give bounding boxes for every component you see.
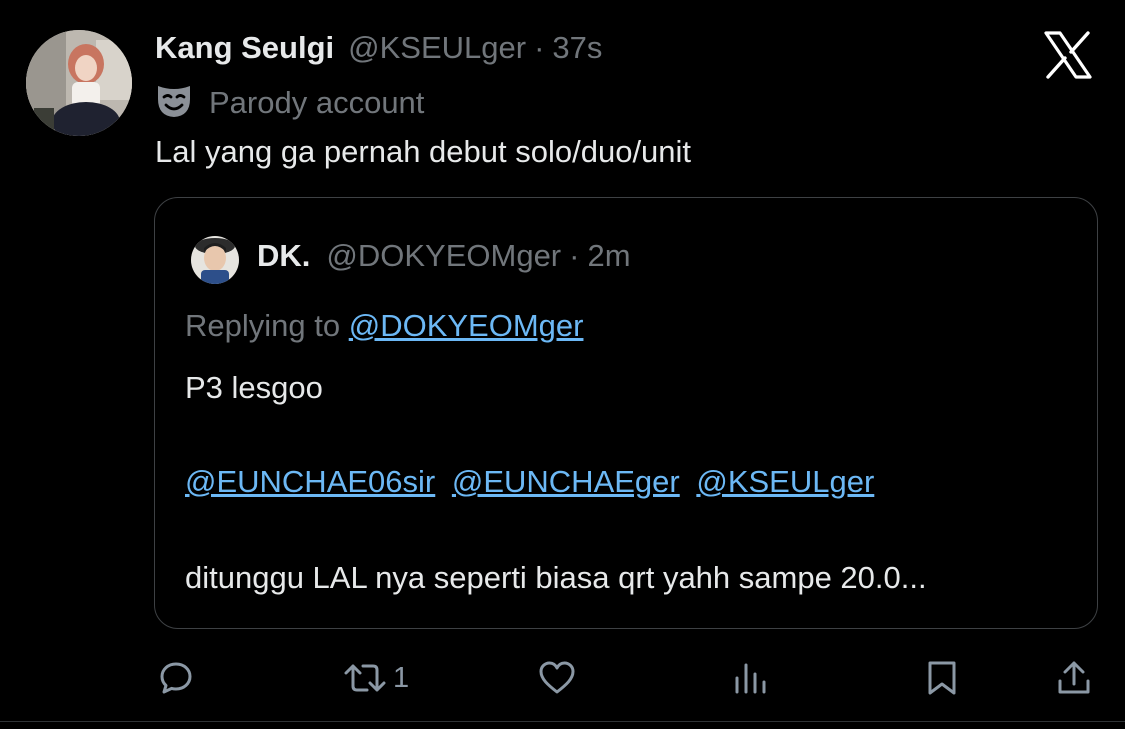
repost-button[interactable]: 1 — [343, 652, 409, 704]
parody-account-label: Parody account — [155, 84, 424, 122]
quoted-author-avatar[interactable] — [191, 236, 239, 284]
quoted-mentions: @EUNCHAE06sir @EUNCHAEger @KSEULger — [185, 464, 882, 500]
views-button[interactable] — [733, 652, 767, 704]
repost-icon — [343, 660, 387, 696]
replying-to-link[interactable]: @DOKYEOMger — [349, 308, 584, 343]
post-text: Lal yang ga pernah debut solo/duo/unit — [155, 134, 692, 169]
action-bar: 1 — [0, 652, 1125, 704]
reply-icon — [158, 660, 194, 696]
post-header: Kang Seulgi @KSEULger · 37s — [155, 30, 602, 70]
author-display-name[interactable]: Kang Seulgi — [155, 30, 334, 66]
mention-link[interactable]: @EUNCHAEger — [452, 464, 680, 499]
author-handle[interactable]: @KSEULger — [348, 30, 526, 66]
author-avatar-image — [26, 30, 132, 136]
like-icon — [538, 660, 576, 696]
tweet: Kang Seulgi @KSEULger · 37s Parody accou… — [0, 0, 1125, 729]
reply-button[interactable] — [158, 652, 194, 704]
quoted-avatar-image — [191, 236, 239, 284]
quoted-display-name[interactable]: DK. — [257, 238, 310, 274]
quoted-handle[interactable]: @DOKYEOMger — [326, 238, 561, 274]
bookmark-icon — [925, 659, 959, 697]
repost-count: 1 — [393, 661, 410, 694]
x-logo-icon[interactable] — [1043, 30, 1093, 80]
quoted-tweet[interactable]: DK. @DOKYEOMger · 2m Replying to @DOKYEO… — [154, 197, 1098, 629]
replying-to-line: Replying to @DOKYEOMger — [185, 308, 583, 344]
replying-to-prefix: Replying to — [185, 308, 349, 343]
share-button[interactable] — [1056, 652, 1092, 704]
parody-account-text: Parody account — [209, 85, 425, 120]
quoted-timestamp[interactable]: 2m — [587, 238, 630, 274]
views-icon — [733, 660, 767, 696]
author-avatar[interactable] — [26, 30, 132, 136]
quoted-text-line-1: P3 lesgoo — [185, 370, 323, 405]
like-button[interactable] — [538, 652, 576, 704]
mention-link[interactable]: @KSEULger — [696, 464, 874, 499]
bottom-divider — [0, 721, 1125, 722]
share-icon — [1056, 659, 1092, 697]
bookmark-button[interactable] — [925, 652, 959, 704]
quoted-text-line-3: ditunggu LAL nya seperti biasa qrt yahh … — [185, 560, 927, 595]
post-timestamp[interactable]: 37s — [552, 30, 602, 66]
parody-mask-icon — [155, 83, 193, 124]
quoted-header: DK. @DOKYEOMger · 2m — [257, 238, 631, 278]
header-separator: · — [534, 30, 545, 65]
quoted-header-separator: · — [569, 238, 580, 273]
mention-link[interactable]: @EUNCHAE06sir — [185, 464, 435, 499]
